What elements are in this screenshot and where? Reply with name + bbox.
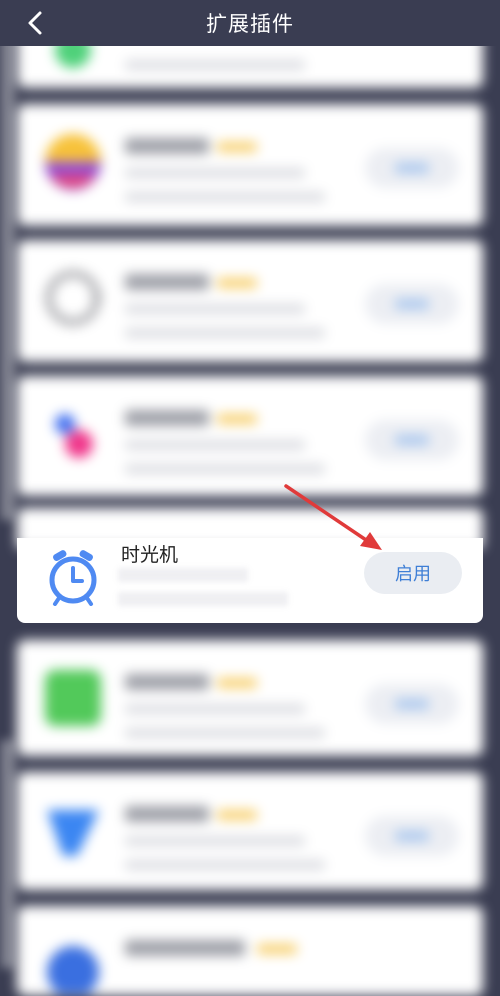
- page-title: 扩展插件: [206, 12, 294, 36]
- plugin-description-blurred: [118, 592, 288, 606]
- plugin-card-blurred: [17, 240, 483, 362]
- red-arrow-icon: [284, 484, 382, 550]
- enable-button[interactable]: 启用: [364, 552, 462, 594]
- plugin-card-blurred: [17, 376, 483, 496]
- plugin-icon: [43, 132, 103, 192]
- plugin-action-button: [365, 420, 459, 460]
- plugin-list: [0, 0, 500, 996]
- plugin-icon: [43, 800, 103, 860]
- plugin-action-button: [365, 284, 459, 324]
- app-header: 扩展插件: [0, 0, 500, 46]
- plugin-description-blurred: [118, 568, 248, 582]
- plugin-icon: [43, 934, 103, 996]
- plugin-card-blurred: [17, 640, 483, 756]
- plugin-card-time-machine: 时光机 启用: [17, 538, 483, 623]
- plugin-card-blurred: [17, 906, 483, 996]
- plugin-action-button: [365, 684, 459, 724]
- plugin-action-button: [365, 148, 459, 188]
- plugin-name: 时光机: [121, 544, 179, 566]
- alarm-clock-icon: [49, 550, 97, 606]
- plugin-card-blurred: [17, 104, 483, 226]
- plugin-icon: [43, 404, 103, 464]
- plugin-icon: [43, 668, 103, 728]
- plugin-action-button: [365, 816, 459, 856]
- plugin-icon: [43, 268, 103, 328]
- plugin-card-blurred: [17, 772, 483, 890]
